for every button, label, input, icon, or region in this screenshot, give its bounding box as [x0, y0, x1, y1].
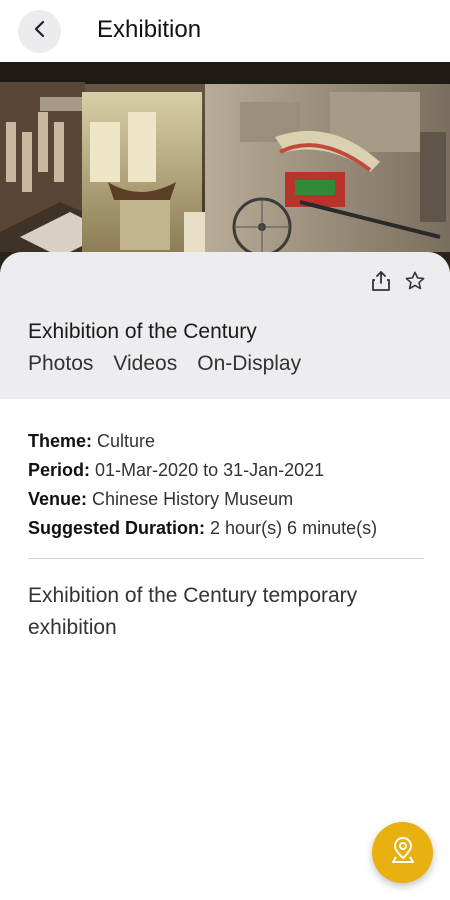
- page-title: Exhibition: [97, 16, 202, 43]
- theme-row: Theme: Culture: [28, 427, 424, 456]
- venue-value: Chinese History Museum: [92, 489, 294, 509]
- exhibition-header-card: Exhibition of the Century Photos Videos …: [0, 252, 450, 399]
- divider: [28, 558, 424, 559]
- app-screen: Exhibition Exhibition of the Century Pho…: [0, 0, 450, 900]
- venue-label: Venue:: [28, 489, 88, 509]
- exhibition-details: Theme: Culture Period: 01-Mar-2020 to 31…: [28, 427, 424, 543]
- duration-row: Suggested Duration: 2 hour(s) 6 minute(s…: [28, 514, 424, 543]
- tab-photos[interactable]: Photos: [28, 352, 93, 376]
- exhibition-photo: [0, 62, 450, 272]
- theme-label: Theme:: [28, 431, 93, 451]
- tab-on-display[interactable]: On-Display: [197, 352, 301, 376]
- period-row: Period: 01-Mar-2020 to 31-Jan-2021: [28, 456, 424, 485]
- back-button[interactable]: [18, 10, 61, 53]
- map-pin-icon: [389, 835, 417, 870]
- exhibition-title: Exhibition of the Century: [28, 320, 257, 343]
- top-bar: Exhibition: [0, 0, 450, 62]
- star-outline-icon[interactable]: [404, 270, 426, 292]
- chevron-left-icon: [32, 20, 48, 43]
- card-actions: [370, 270, 426, 292]
- period-value: 01-Mar-2020 to 31-Jan-2021: [95, 460, 325, 480]
- duration-label: Suggested Duration:: [28, 518, 206, 538]
- exhibition-description: Exhibition of the Century temporary exhi…: [28, 584, 358, 639]
- share-icon[interactable]: [370, 270, 392, 292]
- media-tabs: Photos Videos On-Display: [28, 352, 301, 376]
- theme-value: Culture: [97, 431, 156, 451]
- duration-value: 2 hour(s) 6 minute(s): [210, 518, 378, 538]
- venue-row: Venue: Chinese History Museum: [28, 485, 424, 514]
- map-location-button[interactable]: [372, 822, 433, 883]
- tab-videos[interactable]: Videos: [113, 352, 177, 376]
- period-label: Period:: [28, 460, 91, 480]
